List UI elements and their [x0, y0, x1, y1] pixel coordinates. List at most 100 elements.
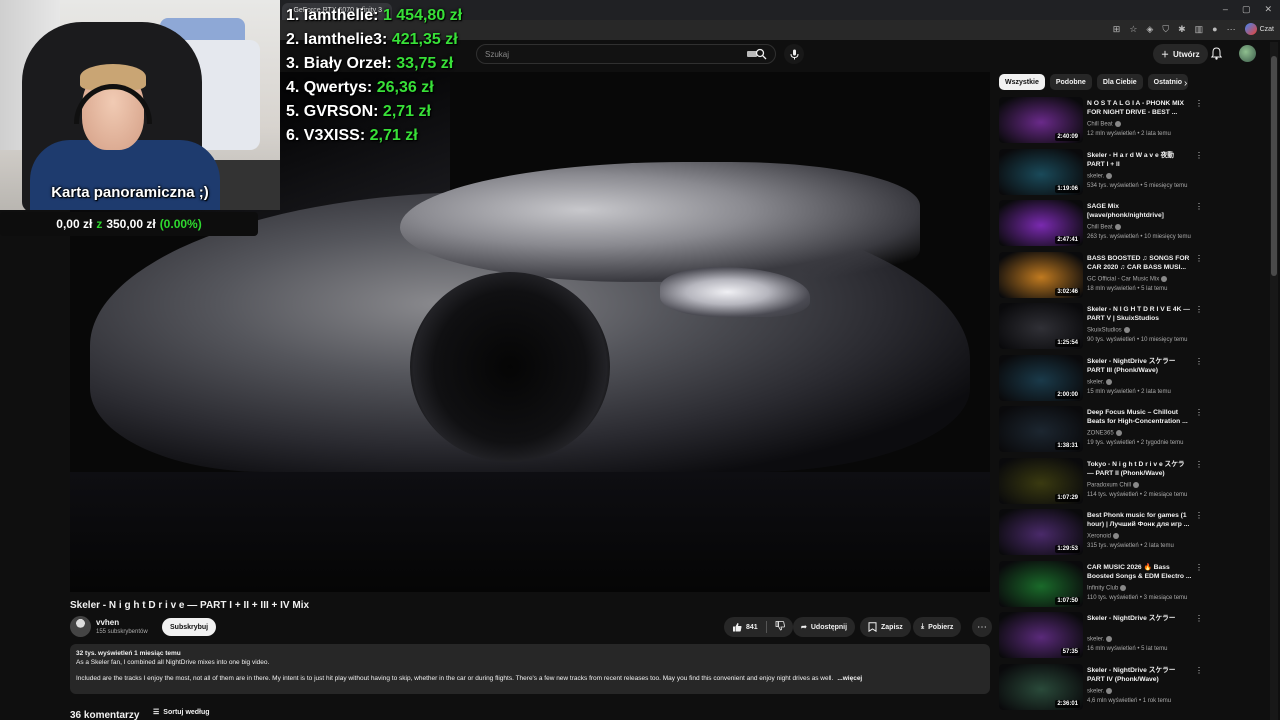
more-vertical-icon[interactable]: ⋮	[1195, 357, 1203, 366]
video-channel[interactable]: GC Official - Car Music Mix	[1087, 275, 1168, 282]
video-thumbnail[interactable]: 2:36:01	[999, 663, 1083, 710]
video-channel[interactable]: skeler.	[1087, 687, 1113, 694]
recommended-video[interactable]: 1:07:29 Tokyo - N i g h t D r i v e スケラ —…	[999, 457, 1204, 510]
subscribe-button[interactable]: Subskrybuj	[162, 618, 217, 636]
video-thumbnail[interactable]: 1:38:31	[999, 406, 1083, 452]
chip-recent[interactable]: Ostatnio	[1147, 74, 1189, 90]
minimize-icon[interactable]: –	[1223, 4, 1228, 15]
video-channel[interactable]: SkuixStudios	[1087, 327, 1130, 334]
download-button[interactable]: ⤓ Pobierz	[913, 617, 962, 637]
recommended-video[interactable]: 2:36:01 Skeler - NightDrive スケラー PART IV …	[999, 663, 1204, 716]
recommended-video[interactable]: 2:47:41 SAGE Mix [wave/phonk/nightdrive] C…	[999, 200, 1204, 252]
close-icon[interactable]: ✕	[1264, 4, 1272, 15]
recommended-video[interactable]: 3:02:46 BASS BOOSTED ♫ SONGS FOR CAR 2020…	[999, 251, 1204, 304]
video-thumbnail[interactable]: 1:07:29	[999, 457, 1083, 504]
video-duration: 1:07:50	[1055, 596, 1080, 605]
search-input[interactable]	[485, 49, 747, 59]
more-vertical-icon[interactable]: ⋮	[1195, 563, 1203, 572]
more-vertical-icon[interactable]: ⋮	[1195, 202, 1203, 211]
video-thumbnail[interactable]: 1:07:50	[999, 560, 1083, 607]
more-vertical-icon[interactable]: ⋮	[1195, 614, 1203, 623]
video-title[interactable]: Best Phonk music for games (1 hour) | Лу…	[1087, 511, 1193, 529]
notifications-bell-icon[interactable]	[1211, 47, 1222, 60]
video-thumbnail[interactable]: 1:29:53	[999, 509, 1083, 555]
video-thumbnail[interactable]: 2:40:09	[999, 97, 1083, 143]
video-title[interactable]: Tokyo - N i g h t D r i v e スケラ — PART I…	[1087, 460, 1193, 478]
search-button[interactable]	[748, 44, 774, 64]
chip-all[interactable]: Wszystkie	[999, 74, 1045, 90]
leaderboard-row: 4. Qwertys: 26,36 zł	[286, 76, 462, 100]
more-vertical-icon[interactable]: ⋮	[1195, 460, 1203, 469]
chat-profile-button[interactable]: Czat	[1244, 23, 1274, 35]
video-channel[interactable]: Chill Beat	[1087, 224, 1121, 231]
voice-search-button[interactable]	[784, 44, 804, 64]
more-vertical-icon[interactable]: ⋮	[1195, 151, 1203, 160]
video-thumbnail[interactable]: 1:19:06	[999, 148, 1083, 195]
recommended-video[interactable]: 1:38:31 Deep Focus Music – Chillout Beats…	[999, 406, 1204, 458]
sort-comments-button[interactable]: ☰ Sortuj według	[153, 708, 210, 717]
bookmark-star-icon[interactable]: ☆	[1129, 24, 1137, 35]
channel-name[interactable]: vvhen	[96, 618, 119, 627]
translate-icon[interactable]: ⊞	[1113, 24, 1121, 35]
description-box[interactable]: 32 tys. wyświetleń 1 miesiąc temu As a S…	[70, 644, 990, 694]
share-button[interactable]: ➦ Udostępnij	[793, 617, 856, 637]
video-title[interactable]: Deep Focus Music – Chillout Beats for Hi…	[1087, 408, 1193, 426]
recommended-video[interactable]: 1:07:50 CAR MUSIC 2026 🔥 Bass Boosted Son…	[999, 560, 1204, 613]
video-title[interactable]: Skeler - NightDrive スケラー PART III (Phonk…	[1087, 357, 1193, 375]
maximize-icon[interactable]: ▢	[1242, 4, 1251, 15]
video-thumbnail[interactable]: 1:25:54	[999, 303, 1083, 349]
recommended-video[interactable]: 1:29:53 Best Phonk music for games (1 hou…	[999, 509, 1204, 561]
profile-circle-icon[interactable]: ●	[1212, 24, 1217, 34]
menu-dots-icon[interactable]: ⋯	[1227, 24, 1236, 35]
create-button[interactable]: ＋ Utwórz	[1153, 44, 1208, 64]
video-channel[interactable]: Paradoxum Chill	[1087, 481, 1140, 488]
save-button[interactable]: Zapisz	[860, 617, 911, 637]
recommended-video[interactable]: 1:19:06 Skeler - H a r d W a v e 夜動 PART …	[999, 148, 1204, 201]
video-thumbnail[interactable]: 2:47:41	[999, 200, 1083, 246]
video-thumbnail[interactable]: 2:00:00	[999, 354, 1083, 401]
video-title[interactable]: Skeler - NightDrive スケラー	[1087, 614, 1193, 623]
scrollbar-thumb[interactable]	[1271, 56, 1277, 276]
more-vertical-icon[interactable]: ⋮	[1195, 305, 1203, 314]
video-thumbnail[interactable]: 57:35	[999, 612, 1083, 658]
video-title[interactable]: Skeler - H a r d W a v e 夜動 PART I + II	[1087, 151, 1193, 169]
chip-for-you[interactable]: Dla Ciebie	[1096, 74, 1143, 90]
extension-icon[interactable]: ◈	[1146, 24, 1153, 35]
more-vertical-icon[interactable]: ⋮	[1195, 666, 1203, 675]
video-channel[interactable]: Xeronoid	[1087, 533, 1120, 540]
chevron-right-icon[interactable]: ›	[1184, 78, 1187, 89]
user-avatar[interactable]	[1239, 45, 1256, 62]
video-channel[interactable]: skeler.	[1087, 636, 1113, 643]
video-title[interactable]: SAGE Mix [wave/phonk/nightdrive]	[1087, 202, 1193, 220]
chip-similar[interactable]: Podobne	[1049, 74, 1092, 90]
more-vertical-icon[interactable]: ⋮	[1195, 99, 1203, 108]
recommended-video[interactable]: 57:35 Skeler - NightDrive スケラー skeler. 16 m…	[999, 612, 1204, 664]
video-channel[interactable]: ZONE365	[1087, 430, 1122, 437]
video-channel[interactable]: Chill Beat	[1087, 121, 1121, 128]
recommended-video[interactable]: 2:00:00 Skeler - NightDrive スケラー PART III…	[999, 354, 1204, 407]
more-actions-button[interactable]: ⋯	[972, 617, 992, 637]
extensions-puzzle-icon[interactable]: ✱	[1178, 24, 1186, 35]
shield-icon[interactable]: ⛉	[1162, 24, 1169, 35]
channel-avatar[interactable]	[70, 616, 91, 637]
show-more-link[interactable]: ...więcej	[837, 675, 862, 682]
dislike-button[interactable]	[775, 621, 785, 633]
like-button[interactable]: 841	[732, 622, 758, 632]
sidebar-icon[interactable]: ▥	[1195, 24, 1204, 35]
recommended-video[interactable]: 1:25:54 Skeler - N I G H T D R I V E 4K —…	[999, 303, 1204, 355]
video-title[interactable]: Skeler - N I G H T D R I V E 4K — PART V…	[1087, 305, 1193, 323]
more-vertical-icon[interactable]: ⋮	[1195, 511, 1203, 520]
video-channel[interactable]: Infinity Club	[1087, 584, 1127, 591]
video-title[interactable]: N O S T A L G I A - PHONK MIX FOR NIGHT …	[1087, 99, 1193, 117]
recommended-video[interactable]: 2:40:09 N O S T A L G I A - PHONK MIX FOR…	[999, 97, 1204, 149]
goal-percent: (0.00%)	[159, 217, 202, 231]
video-channel[interactable]: skeler.	[1087, 172, 1113, 179]
video-channel[interactable]: skeler.	[1087, 378, 1113, 385]
more-vertical-icon[interactable]: ⋮	[1195, 408, 1203, 417]
video-title[interactable]: CAR MUSIC 2026 🔥 Bass Boosted Songs & ED…	[1087, 563, 1193, 581]
video-title[interactable]: Skeler - NightDrive スケラー PART IV (Phonk/…	[1087, 666, 1193, 684]
video-thumbnail[interactable]: 3:02:46	[999, 251, 1083, 298]
video-title[interactable]: BASS BOOSTED ♫ SONGS FOR CAR 2020 ♫ CAR …	[1087, 254, 1193, 272]
page-scrollbar[interactable]	[1270, 42, 1278, 720]
more-vertical-icon[interactable]: ⋮	[1195, 254, 1203, 263]
